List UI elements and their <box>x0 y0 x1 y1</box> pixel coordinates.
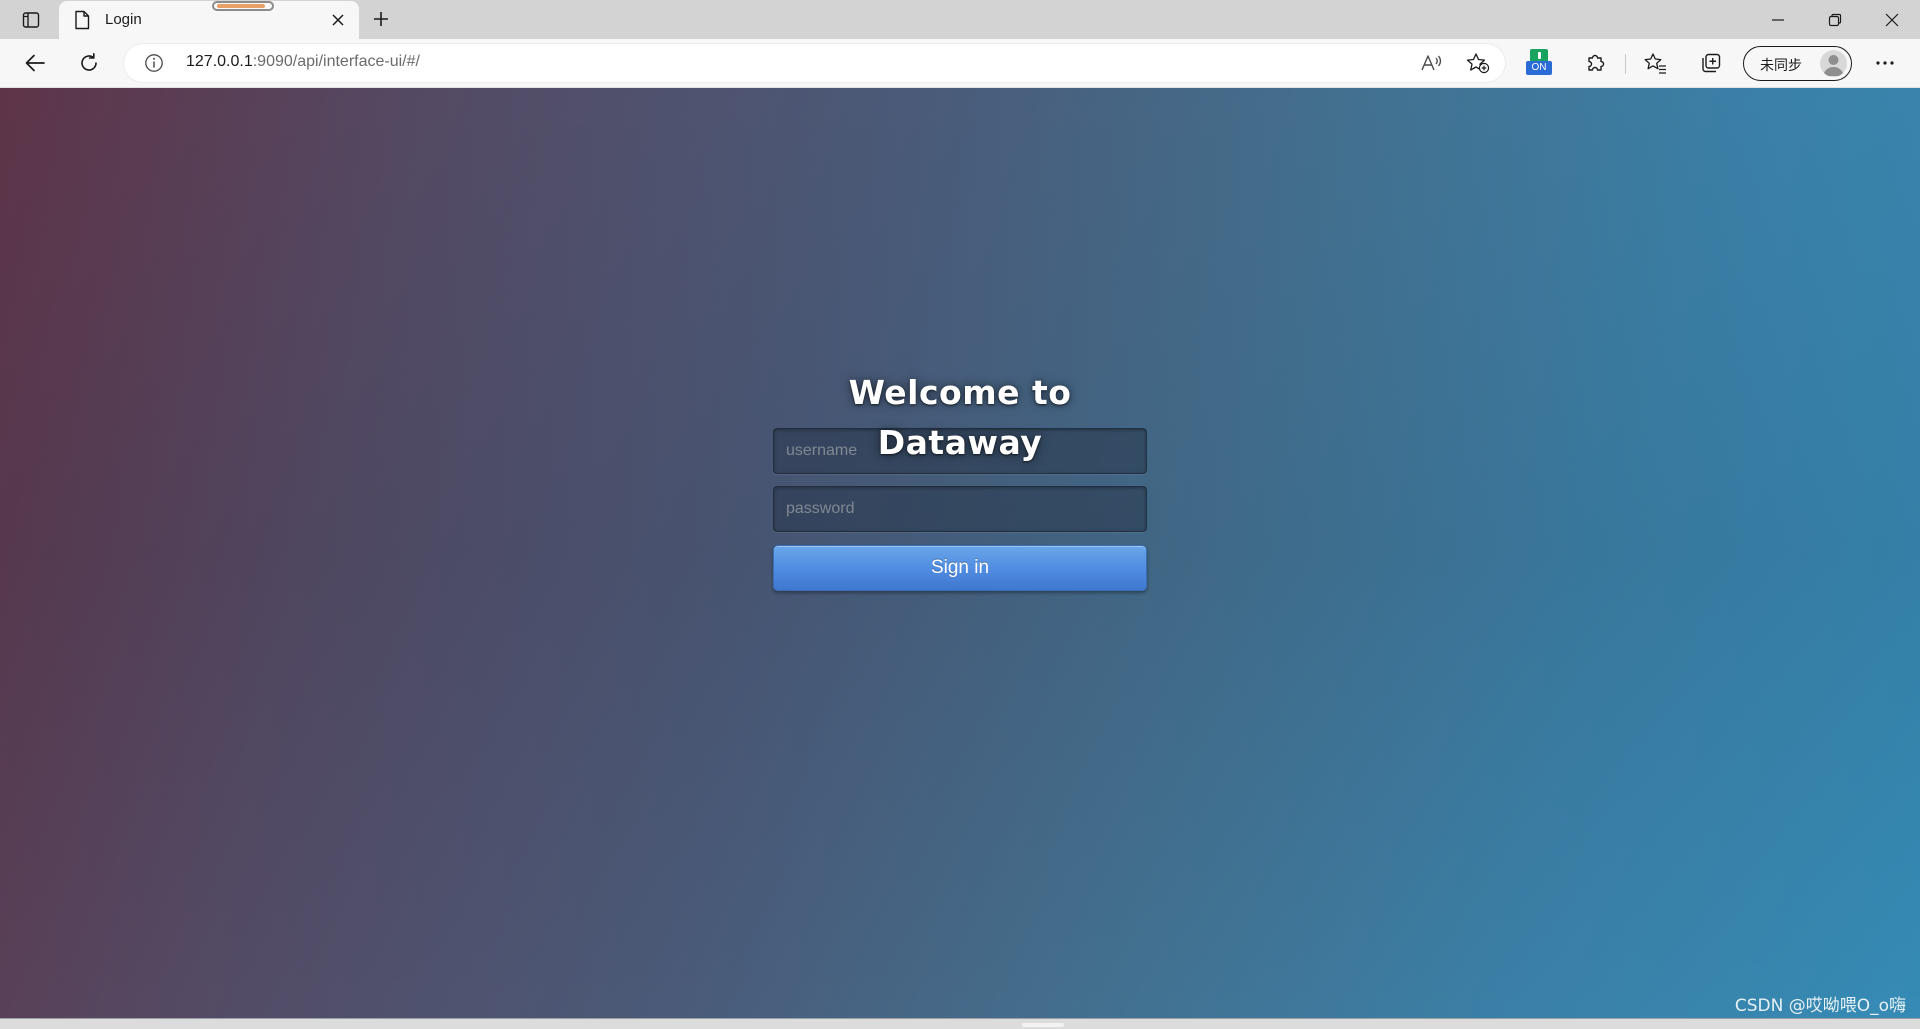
profile-sync-button[interactable]: 未同步 <box>1743 46 1852 81</box>
tab-login[interactable]: Login <box>59 1 359 39</box>
minimize-icon <box>1771 18 1784 21</box>
new-tab-button[interactable] <box>368 6 394 32</box>
restore-button[interactable] <box>1806 0 1863 39</box>
add-favorite-button[interactable] <box>1465 51 1491 75</box>
ellipsis-icon <box>1876 61 1894 65</box>
window-controls <box>1749 0 1920 39</box>
extension-on-button[interactable]: ON <box>1526 49 1552 77</box>
collections-icon <box>1702 53 1721 73</box>
extension-badge: ON <box>1526 61 1552 75</box>
url-path: :9090/api/interface-ui/#/ <box>252 53 420 70</box>
sign-in-button[interactable]: Sign in <box>773 545 1147 591</box>
tab-loading-indicator <box>212 1 274 11</box>
page-title: Welcome to Dataway <box>848 373 1072 462</box>
avatar-icon <box>1823 55 1844 76</box>
favorites-icon <box>1644 53 1666 74</box>
watermark: CSDN @哎呦喂O_o嗨 <box>1734 996 1906 1016</box>
password-input[interactable] <box>773 486 1147 532</box>
avatar <box>1820 50 1847 77</box>
tab-strip: Login <box>0 0 1920 39</box>
puzzle-icon <box>1588 54 1605 71</box>
toolbar-divider <box>1625 54 1626 74</box>
favorites-button[interactable] <box>1639 47 1673 79</box>
window-close-icon <box>1885 13 1898 26</box>
browser-toolbar: 127.0.0.1:9090/api/interface-ui/#/ ON 未同… <box>0 39 1920 88</box>
extensions-button[interactable] <box>1578 47 1612 79</box>
collections-button[interactable] <box>1694 47 1728 79</box>
refresh-button[interactable] <box>72 47 106 79</box>
read-aloud-icon <box>1421 55 1442 71</box>
refresh-icon <box>81 53 97 71</box>
close-icon <box>332 14 344 26</box>
info-icon[interactable] <box>144 53 164 73</box>
restore-icon <box>1828 13 1841 26</box>
plus-icon <box>374 12 388 26</box>
address-bar[interactable]: 127.0.0.1:9090/api/interface-ui/#/ <box>124 44 1505 82</box>
bottom-strip <box>0 1018 1920 1029</box>
resize-handle <box>1022 1023 1064 1027</box>
extension-icon <box>1530 49 1548 61</box>
settings-more-button[interactable] <box>1868 47 1902 79</box>
tab-actions-button[interactable] <box>14 6 48 34</box>
tab-actions-icon <box>22 12 40 28</box>
sync-status-label: 未同步 <box>1760 58 1802 74</box>
minimize-button[interactable] <box>1749 0 1806 39</box>
login-form: Welcome to Dataway Sign in <box>773 368 1147 591</box>
tab-title: Login <box>105 11 142 28</box>
url-host: 127.0.0.1 <box>186 53 253 70</box>
add-favorite-icon <box>1466 53 1490 74</box>
window-close-button[interactable] <box>1863 0 1920 39</box>
back-arrow-icon <box>25 54 45 72</box>
read-aloud-button[interactable] <box>1419 51 1445 75</box>
tab-close-button[interactable] <box>329 11 347 29</box>
back-button[interactable] <box>18 47 52 79</box>
url-text[interactable]: 127.0.0.1:9090/api/interface-ui/#/ <box>186 53 420 71</box>
page-viewport: Welcome to Dataway Sign in CSDN @哎呦喂O_o嗨 <box>0 88 1920 1018</box>
page-icon <box>75 10 90 30</box>
